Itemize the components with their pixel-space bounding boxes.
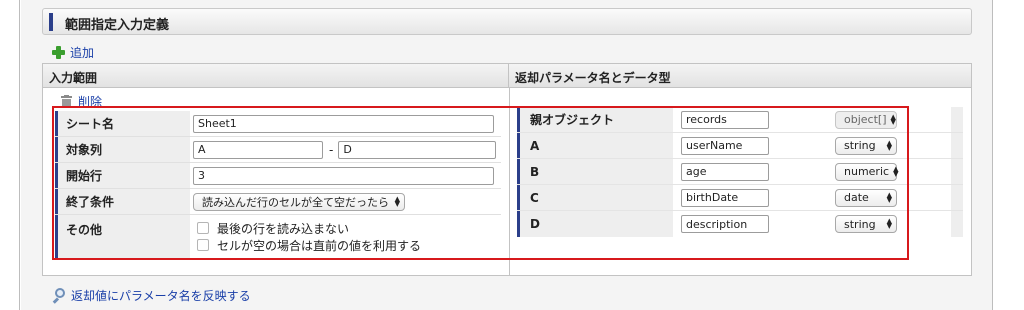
column-from-input[interactable] xyxy=(193,140,323,159)
end-condition-value: 読み込んだ行のセルが全て空だったら xyxy=(202,195,389,209)
input-range-form: シート名 対象列 - 開始行 終了条件 読み込んだ行のセルが全て空だったら xyxy=(55,111,501,258)
parent-object-type-select: object[] ▲ ▼ xyxy=(835,110,897,129)
option-use-previous-value[interactable]: セルが空の場合は直前の値を利用する xyxy=(193,237,421,254)
use-previous-value-checkbox[interactable] xyxy=(197,239,209,251)
start-row-input[interactable] xyxy=(193,166,494,185)
end-condition-label: 終了条件 xyxy=(55,189,190,214)
param-row-d: D string ▲▼ xyxy=(517,211,963,237)
end-condition-cell: 読み込んだ行のセルが全て空だったら ▲ ▼ xyxy=(190,189,501,214)
window-right-frame xyxy=(992,0,1024,310)
column-range-separator: - xyxy=(329,142,334,157)
select-arrows-icon: ▲ ▼ xyxy=(890,112,896,126)
start-row-row: 開始行 xyxy=(55,163,501,189)
param-d-type-value: string xyxy=(844,217,876,231)
column-to-input[interactable] xyxy=(338,140,497,159)
delete-link[interactable]: 削除 xyxy=(61,94,103,109)
parent-object-type-value: object[] xyxy=(844,113,887,126)
param-c-type-value: date xyxy=(844,191,869,204)
use-previous-value-label: セルが空の場合は直前の値を利用する xyxy=(217,238,422,253)
param-c-label: C xyxy=(517,185,673,210)
select-arrows-icon: ▲ ▼ xyxy=(886,217,892,230)
return-params-header: 返却パラメータ名とデータ型 xyxy=(509,64,971,88)
parent-object-name-input[interactable] xyxy=(681,110,769,129)
parent-object-row: 親オブジェクト object[] ▲▼ xyxy=(517,107,963,133)
plus-icon xyxy=(52,45,65,59)
other-options-label: その他 xyxy=(55,215,190,258)
sheet-name-input[interactable] xyxy=(193,114,494,133)
param-b-type-select[interactable]: numeric ▲ ▼ xyxy=(835,162,899,181)
parent-object-label: 親オブジェクト xyxy=(517,107,673,132)
param-a-name-input[interactable] xyxy=(681,136,769,155)
start-row-cell xyxy=(190,163,501,188)
select-arrows-icon: ▲ ▼ xyxy=(886,138,892,152)
skip-last-row-checkbox[interactable] xyxy=(197,222,209,234)
sheet-name-cell xyxy=(190,111,501,136)
param-b-name-input[interactable] xyxy=(681,162,769,181)
add-link[interactable]: 追加 xyxy=(52,44,94,60)
skip-last-row-label: 最後の行を読み込まない xyxy=(217,221,350,236)
target-columns-label: 対象列 xyxy=(55,137,190,162)
reflect-param-names-label: 返却値にパラメータ名を反映する xyxy=(71,288,251,303)
trash-icon xyxy=(61,95,72,107)
param-row-b: B numeric ▲▼ xyxy=(517,159,963,185)
param-a-type-value: string xyxy=(844,139,876,152)
range-definition-table: 入力範囲 返却パラメータ名とデータ型 削除 シート名 対象列 - 開始行 xyxy=(42,63,972,276)
other-options-row: その他 最後の行を読み込まない セルが空の場合は直前の値を利用する xyxy=(55,215,501,258)
sheet-name-row: シート名 xyxy=(55,111,501,137)
target-columns-cell: - xyxy=(190,137,501,162)
param-d-label: D xyxy=(517,211,673,237)
return-params-form: 親オブジェクト object[] ▲▼ A string ▲▼ xyxy=(517,107,963,237)
param-a-type-select[interactable]: string ▲ ▼ xyxy=(835,136,897,155)
end-condition-select[interactable]: 読み込んだ行のセルが全て空だったら ▲ ▼ xyxy=(193,192,405,211)
param-b-label: B xyxy=(517,159,673,184)
param-d-type-select[interactable]: string ▲ ▼ xyxy=(835,215,897,233)
param-c-type-select[interactable]: date ▲ ▼ xyxy=(835,188,897,207)
sheet-name-label: シート名 xyxy=(55,111,190,136)
end-condition-row: 終了条件 読み込んだ行のセルが全て空だったら ▲ ▼ xyxy=(55,189,501,215)
option-skip-last-row[interactable]: 最後の行を読み込まない xyxy=(193,220,349,237)
section-title: 範囲指定入力定義 xyxy=(65,18,170,33)
select-arrows-icon: ▲ ▼ xyxy=(394,194,400,208)
parent-object-type-cell: object[] ▲ ▼ xyxy=(831,107,951,132)
param-c-name-input[interactable] xyxy=(681,188,769,207)
section-header: 範囲指定入力定義 xyxy=(42,8,972,35)
reflect-param-names-link[interactable]: 返却値にパラメータ名を反映する xyxy=(52,288,251,304)
window-left-frame xyxy=(0,0,20,310)
param-b-type-value: numeric xyxy=(844,165,890,178)
select-arrows-icon: ▲ ▼ xyxy=(886,190,892,204)
other-options-cell: 最後の行を読み込まない セルが空の場合は直前の値を利用する xyxy=(190,215,501,258)
param-row-c: C date ▲▼ xyxy=(517,185,963,211)
start-row-label: 開始行 xyxy=(55,163,190,188)
select-arrows-icon: ▲ ▼ xyxy=(893,164,899,178)
param-a-label: A xyxy=(517,133,673,158)
target-columns-row: 対象列 - xyxy=(55,137,501,163)
parent-object-name-cell xyxy=(673,107,831,132)
param-row-a: A string ▲▼ xyxy=(517,133,963,159)
input-range-header: 入力範囲 xyxy=(43,64,509,88)
column-divider xyxy=(509,88,510,276)
add-label: 追加 xyxy=(70,45,95,60)
delete-label: 削除 xyxy=(78,94,103,109)
magnifier-icon xyxy=(52,288,66,304)
param-d-name-input[interactable] xyxy=(681,215,769,233)
section-header-accent-bar xyxy=(49,13,53,31)
